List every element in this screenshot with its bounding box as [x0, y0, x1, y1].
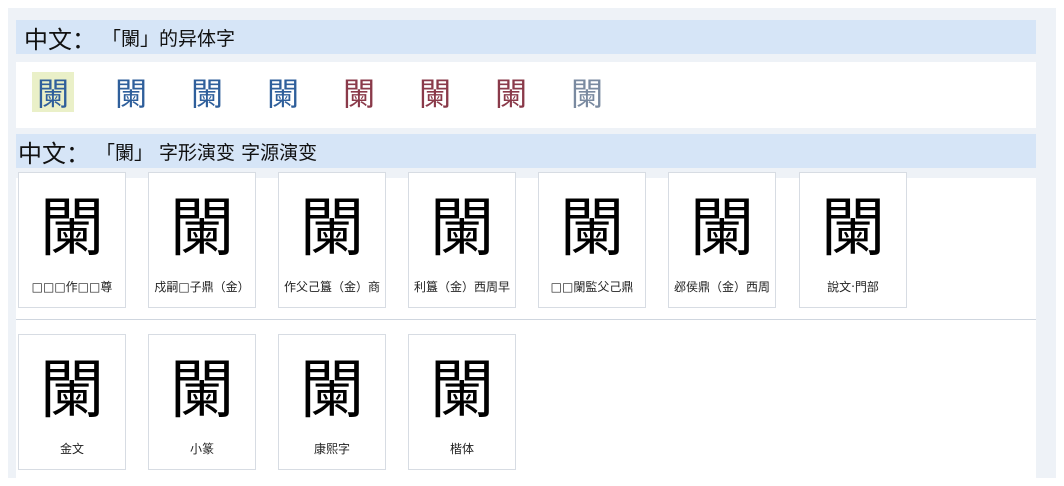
glyph-image: 闌: [821, 192, 885, 266]
glyph-caption: 戍嗣□子鼎（金）商代晚期: [154, 280, 250, 294]
glyph-card[interactable]: 闌 金文: [18, 334, 126, 470]
glyph-card[interactable]: 闌 康熙字: [278, 334, 386, 470]
content-panel: 中文： 「闌」的异体字 闌 闌 闌 闌 闌 闌 闌 闌 中文： 「闌」 字形演变…: [8, 8, 1056, 478]
glyph-caption: 作父己簋（金）商代晚期或西周: [283, 280, 380, 294]
glyph-card[interactable]: 闌 邲侯鼎（金）西周晚期: [668, 172, 776, 308]
glyph-image: 闌: [300, 354, 364, 428]
glyph-card[interactable]: 闌 利簋（金）西周早期: [408, 172, 516, 308]
evolution-header-title: 「闌」 字形演变 字源演变: [96, 141, 318, 164]
glyph-image: 闌: [170, 354, 234, 428]
evolution-grid: 闌 □□□作□□尊（西周中期金文） 闌 戍嗣□子鼎（金）商代晚期 闌 作父己簋（…: [16, 172, 1036, 478]
glyph-card[interactable]: 闌 □□□作□□尊（西周中期金文）: [18, 172, 126, 308]
glyph-caption: 小篆: [189, 442, 214, 456]
glyph-caption: 楷体: [449, 442, 474, 456]
variant-char[interactable]: 闌: [414, 72, 456, 113]
glyph-card[interactable]: 闌 楷体: [408, 334, 516, 470]
row-divider: [16, 319, 1036, 320]
glyph-image: 闌: [170, 192, 234, 266]
glyph-caption: 金文: [59, 442, 84, 456]
variant-char[interactable]: 闌: [566, 72, 608, 113]
glyph-card[interactable]: 闌 小篆: [148, 334, 256, 470]
evolution-header-prefix: 中文：: [18, 139, 90, 168]
variants-header: 中文： 「闌」的异体字: [16, 20, 1036, 54]
glyph-image: 闌: [40, 192, 104, 266]
glyph-caption: 說文‧門部: [827, 280, 879, 294]
variant-char[interactable]: 闌: [490, 72, 532, 113]
glyph-caption: □□闌監父己鼎（金）西周中: [550, 280, 634, 294]
glyph-caption: □□□作□□尊（西周中期金文）: [31, 280, 113, 294]
variant-char[interactable]: 闌: [32, 72, 74, 113]
evolution-header: 中文： 「闌」 字形演变 字源演变: [16, 134, 1036, 168]
glyph-card[interactable]: 闌 □□闌監父己鼎（金）西周中: [538, 172, 646, 308]
variant-char[interactable]: 闌: [262, 72, 304, 113]
glyph-image: 闌: [40, 354, 104, 428]
glyph-image: 闌: [430, 354, 494, 428]
variant-char[interactable]: 闌: [110, 72, 152, 113]
variants-header-title: 「闌」的异体字: [102, 27, 236, 50]
glyph-caption: 康熙字: [313, 442, 350, 456]
glyph-image: 闌: [430, 192, 494, 266]
variant-char[interactable]: 闌: [338, 72, 380, 113]
glyph-caption: 利簋（金）西周早期: [413, 280, 510, 294]
variants-header-prefix: 中文：: [24, 25, 96, 54]
variant-char[interactable]: 闌: [186, 72, 228, 113]
glyph-image: 闌: [690, 192, 754, 266]
glyph-image: 闌: [560, 192, 624, 266]
glyph-caption: 邲侯鼎（金）西周晚期: [673, 280, 770, 294]
glyph-image: 闌: [300, 192, 364, 266]
variant-chars-row: 闌 闌 闌 闌 闌 闌 闌 闌: [16, 62, 1036, 128]
glyph-card[interactable]: 闌 作父己簋（金）商代晚期或西周: [278, 172, 386, 308]
glyph-card[interactable]: 闌 戍嗣□子鼎（金）商代晚期: [148, 172, 256, 308]
glyph-card[interactable]: 闌 說文‧門部: [799, 172, 907, 308]
